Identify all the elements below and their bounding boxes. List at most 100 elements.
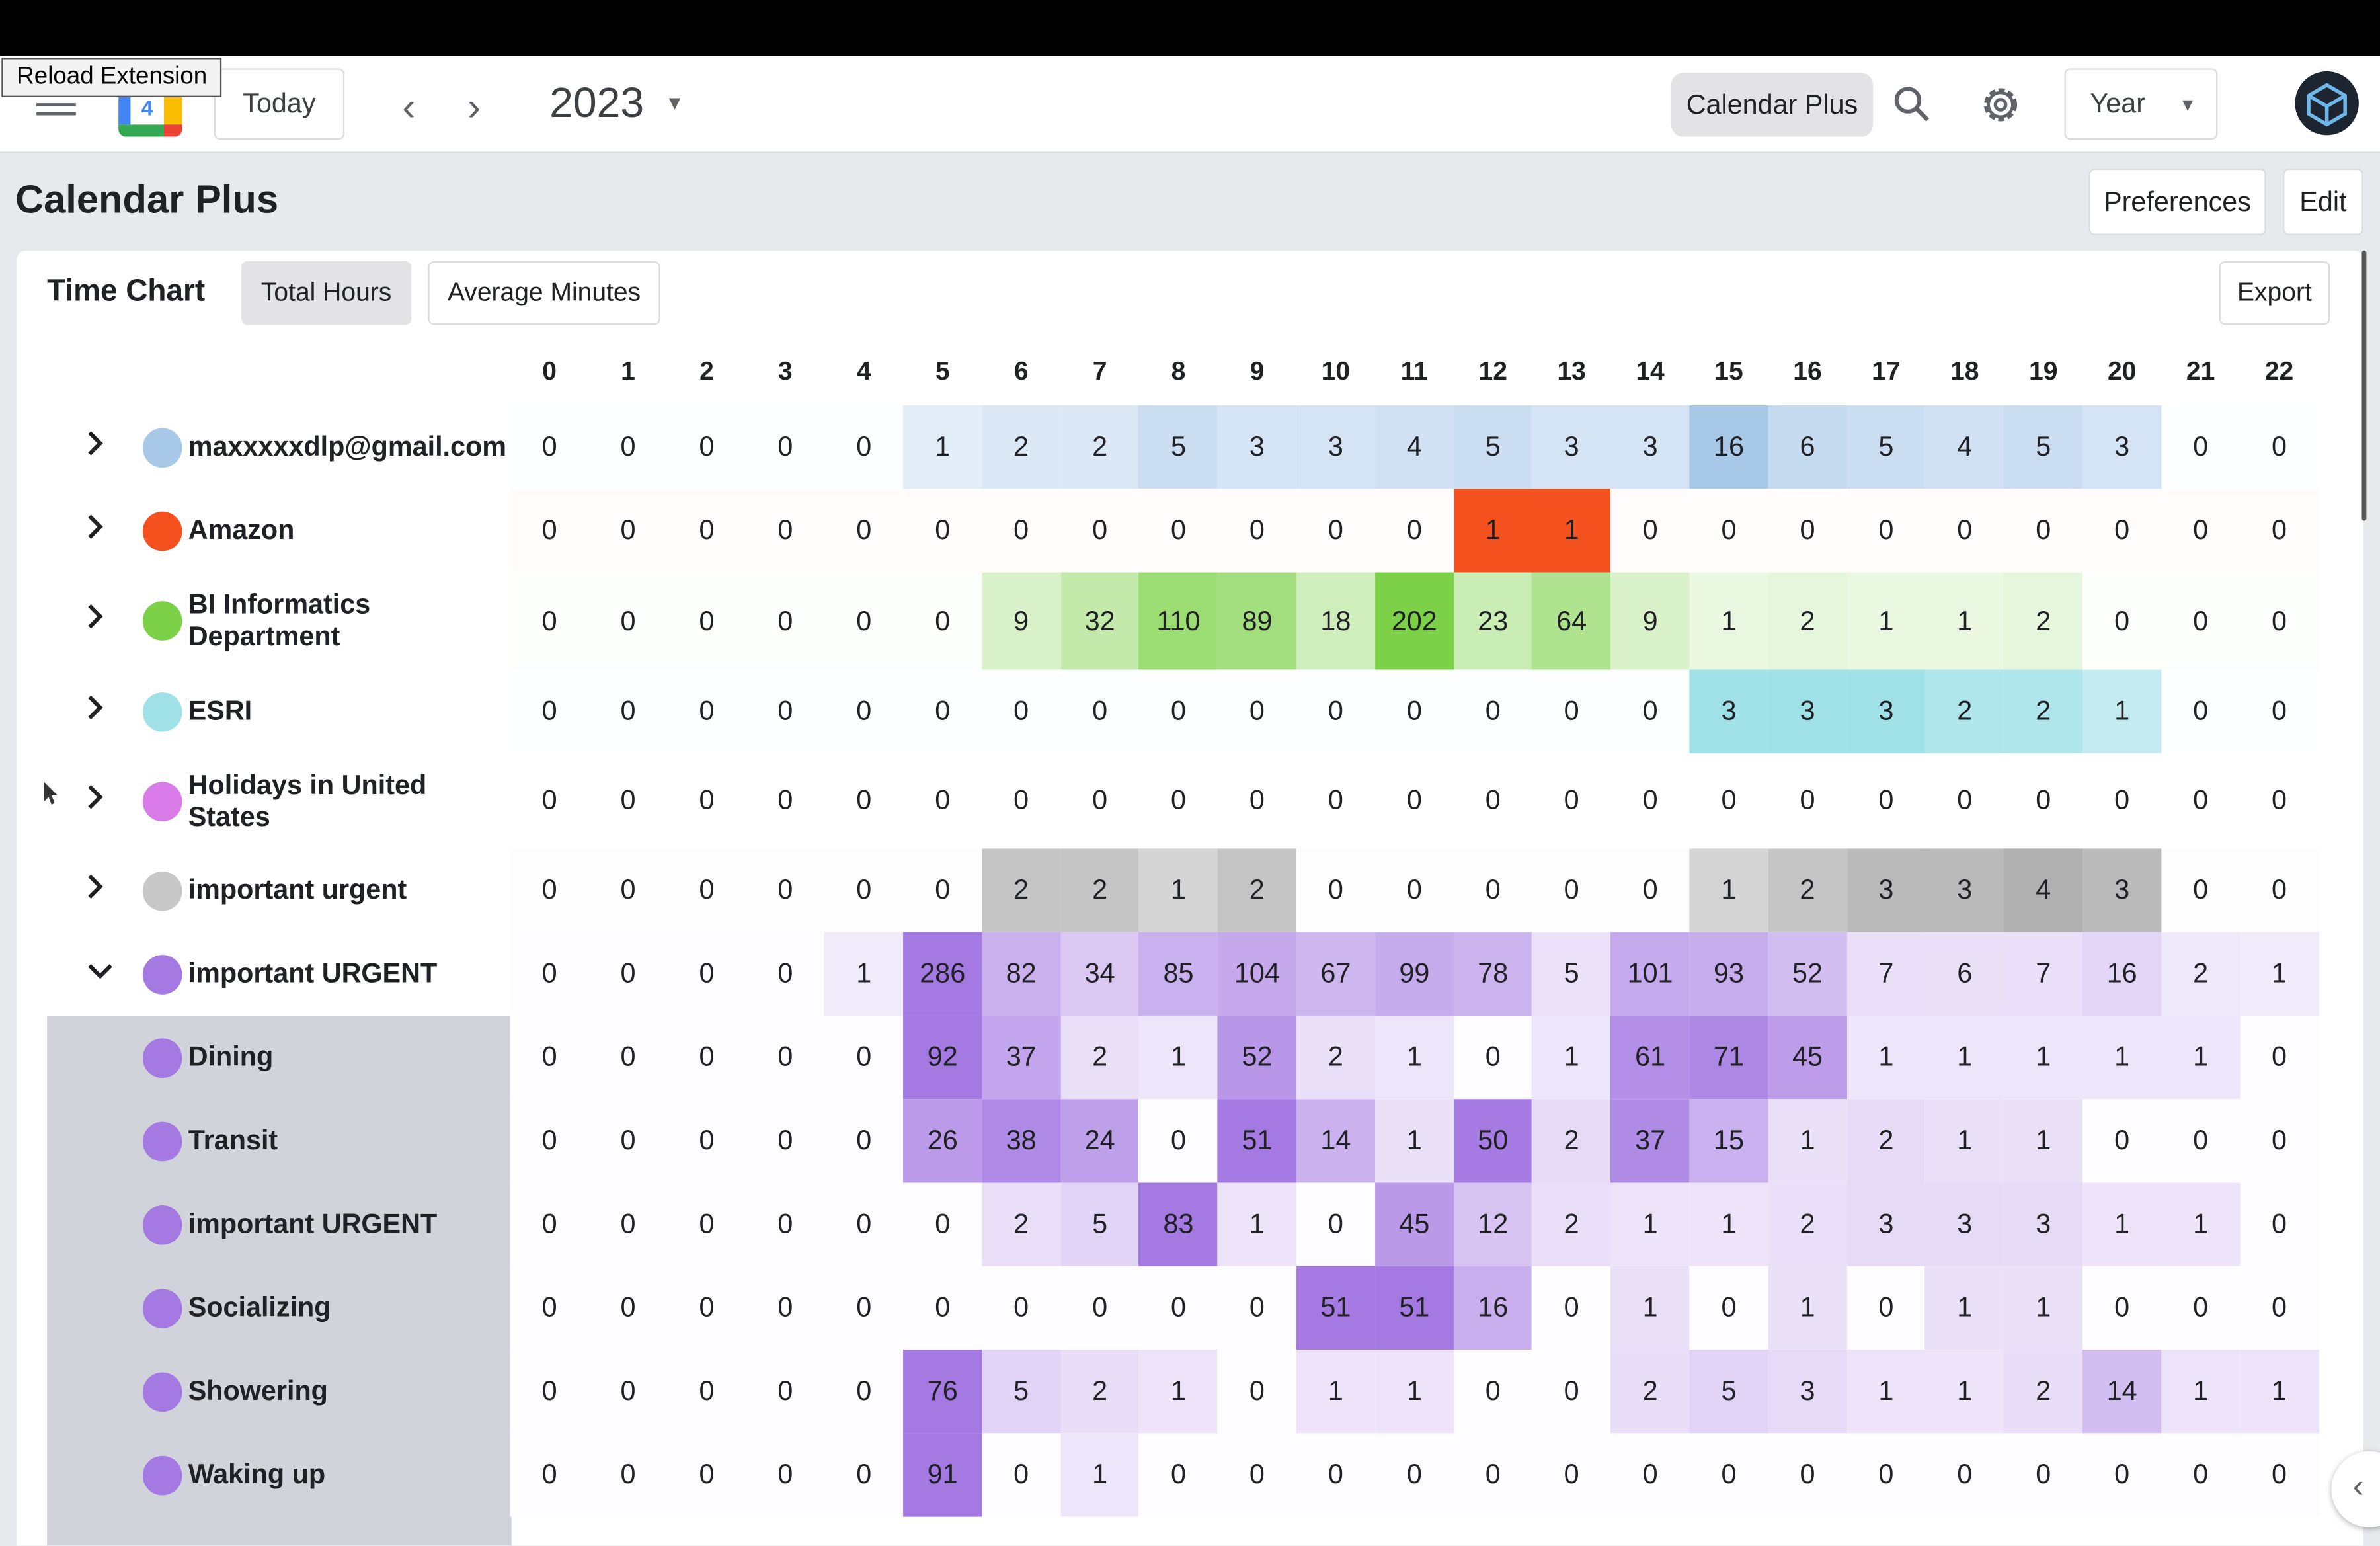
heatmap-cell[interactable]: 0 xyxy=(981,758,1061,843)
heatmap-cell[interactable]: 0 xyxy=(1925,1433,2004,1517)
heatmap-cell[interactable]: 16 xyxy=(1689,405,1768,489)
heatmap-cell[interactable]: 0 xyxy=(1138,1099,1218,1183)
heatmap-cell[interactable]: 0 xyxy=(1846,489,1926,573)
calendar-label[interactable]: Holidays in United States xyxy=(188,769,431,833)
menu-icon[interactable] xyxy=(36,94,76,118)
heatmap-cell[interactable]: 1 xyxy=(2161,1350,2241,1434)
heatmap-cell[interactable]: 0 xyxy=(2239,758,2319,843)
heatmap-cell[interactable]: 92 xyxy=(903,1015,982,1100)
heatmap-cell[interactable]: 0 xyxy=(1689,1266,1768,1350)
edit-button[interactable]: Edit xyxy=(2283,168,2363,235)
heatmap-cell[interactable]: 0 xyxy=(2004,1433,2083,1517)
heatmap-cell[interactable]: 0 xyxy=(2239,489,2319,573)
heatmap-cell[interactable]: 14 xyxy=(1296,1099,1376,1183)
heatmap-cell[interactable]: 0 xyxy=(824,1433,904,1517)
heatmap-cell[interactable]: 0 xyxy=(1689,489,1768,573)
heatmap-cell[interactable]: 2 xyxy=(981,848,1061,932)
heatmap-cell[interactable]: 0 xyxy=(588,1015,668,1100)
heatmap-cell[interactable]: 5 xyxy=(1060,1182,1140,1266)
heatmap-cell[interactable]: 0 xyxy=(2082,1433,2162,1517)
heatmap-cell[interactable]: 0 xyxy=(510,572,589,670)
heatmap-cell[interactable]: 1 xyxy=(1846,1350,1926,1434)
heatmap-cell[interactable]: 91 xyxy=(903,1433,982,1517)
heatmap-cell[interactable]: 7 xyxy=(1846,932,1926,1016)
heatmap-cell[interactable]: 0 xyxy=(510,1350,589,1434)
heatmap-cell[interactable]: 3 xyxy=(1925,1182,2004,1266)
heatmap-cell[interactable]: 1 xyxy=(2004,1099,2083,1183)
heatmap-cell[interactable]: 0 xyxy=(746,1099,825,1183)
heatmap-cell[interactable]: 0 xyxy=(510,489,589,573)
heatmap-cell[interactable]: 78 xyxy=(1453,932,1532,1016)
heatmap-cell[interactable]: 0 xyxy=(2239,405,2319,489)
calendar-plus-button[interactable]: Calendar Plus xyxy=(1671,73,1874,137)
calendar-label[interactable]: important urgent xyxy=(188,874,522,905)
heatmap-cell[interactable]: 3 xyxy=(1296,405,1376,489)
heatmap-cell[interactable]: 0 xyxy=(1138,1433,1218,1517)
heatmap-cell[interactable]: 2 xyxy=(1846,1099,1926,1183)
heatmap-cell[interactable]: 0 xyxy=(746,1433,825,1517)
heatmap-cell[interactable]: 0 xyxy=(1846,1433,1926,1517)
heatmap-cell[interactable]: 2 xyxy=(981,405,1061,489)
heatmap-cell[interactable]: 0 xyxy=(981,489,1061,573)
heatmap-cell[interactable]: 2 xyxy=(1060,848,1140,932)
heatmap-cell[interactable]: 104 xyxy=(1217,932,1297,1016)
heatmap-cell[interactable]: 0 xyxy=(903,669,982,753)
heatmap-cell[interactable]: 0 xyxy=(1060,669,1140,753)
heatmap-cell[interactable]: 0 xyxy=(1217,1350,1297,1434)
heatmap-cell[interactable]: 0 xyxy=(746,669,825,753)
heatmap-cell[interactable]: 0 xyxy=(2082,1266,2162,1350)
heatmap-cell[interactable]: 0 xyxy=(1453,1433,1532,1517)
heatmap-cell[interactable]: 0 xyxy=(824,758,904,843)
chevron-right-icon[interactable] xyxy=(87,693,105,728)
heatmap-cell[interactable]: 0 xyxy=(1532,848,1611,932)
heatmap-cell[interactable]: 0 xyxy=(1060,489,1140,573)
heatmap-cell[interactable]: 1 xyxy=(824,932,904,1016)
heatmap-cell[interactable]: 5 xyxy=(1846,405,1926,489)
heatmap-cell[interactable]: 5 xyxy=(981,1350,1061,1434)
heatmap-cell[interactable]: 1 xyxy=(2082,1015,2162,1100)
heatmap-cell[interactable]: 0 xyxy=(746,405,825,489)
heatmap-cell[interactable]: 1 xyxy=(1846,1015,1926,1100)
tab-average-minutes[interactable]: Average Minutes xyxy=(428,261,660,325)
heatmap-cell[interactable]: 1 xyxy=(1768,1099,1847,1183)
heatmap-cell[interactable]: 0 xyxy=(903,758,982,843)
heatmap-cell[interactable]: 0 xyxy=(667,572,746,670)
heatmap-cell[interactable]: 0 xyxy=(981,1266,1061,1350)
heatmap-cell[interactable]: 2 xyxy=(2161,932,2241,1016)
heatmap-cell[interactable]: 0 xyxy=(1217,669,1297,753)
heatmap-cell[interactable]: 5 xyxy=(1689,1350,1768,1434)
heatmap-cell[interactable]: 0 xyxy=(746,1266,825,1350)
heatmap-cell[interactable]: 5 xyxy=(1532,932,1611,1016)
heatmap-cell[interactable]: 0 xyxy=(746,1182,825,1266)
heatmap-cell[interactable]: 1 xyxy=(2239,1350,2319,1434)
heatmap-cell[interactable]: 1 xyxy=(903,405,982,489)
heatmap-cell[interactable]: 0 xyxy=(1768,489,1847,573)
heatmap-cell[interactable]: 0 xyxy=(1217,1433,1297,1517)
heatmap-cell[interactable]: 0 xyxy=(903,572,982,670)
heatmap-cell[interactable]: 0 xyxy=(667,1433,746,1517)
heatmap-cell[interactable]: 34 xyxy=(1060,932,1140,1016)
heatmap-cell[interactable]: 0 xyxy=(2082,1099,2162,1183)
heatmap-cell[interactable]: 4 xyxy=(1925,405,2004,489)
heatmap-cell[interactable]: 37 xyxy=(981,1015,1061,1100)
heatmap-cell[interactable]: 0 xyxy=(667,669,746,753)
heatmap-cell[interactable]: 52 xyxy=(1217,1015,1297,1100)
heatmap-cell[interactable]: 2 xyxy=(1532,1099,1611,1183)
heatmap-cell[interactable]: 0 xyxy=(824,489,904,573)
chevron-right-icon[interactable] xyxy=(87,512,105,548)
heatmap-cell[interactable]: 0 xyxy=(903,1182,982,1266)
gear-icon[interactable] xyxy=(1978,82,2024,135)
heatmap-cell[interactable]: 0 xyxy=(903,1266,982,1350)
heatmap-cell[interactable]: 1 xyxy=(1296,1350,1376,1434)
heatmap-cell[interactable]: 0 xyxy=(1374,848,1454,932)
heatmap-cell[interactable]: 0 xyxy=(510,1182,589,1266)
heatmap-cell[interactable]: 3 xyxy=(1532,405,1611,489)
heatmap-cell[interactable]: 1 xyxy=(1138,1015,1218,1100)
heatmap-cell[interactable]: 110 xyxy=(1138,572,1218,670)
heatmap-cell[interactable]: 3 xyxy=(1846,669,1926,753)
heatmap-cell[interactable]: 0 xyxy=(1532,669,1611,753)
heatmap-cell[interactable]: 0 xyxy=(824,1015,904,1100)
heatmap-cell[interactable]: 5 xyxy=(1453,405,1532,489)
heatmap-cell[interactable]: 3 xyxy=(2082,848,2162,932)
heatmap-cell[interactable]: 0 xyxy=(1296,1433,1376,1517)
